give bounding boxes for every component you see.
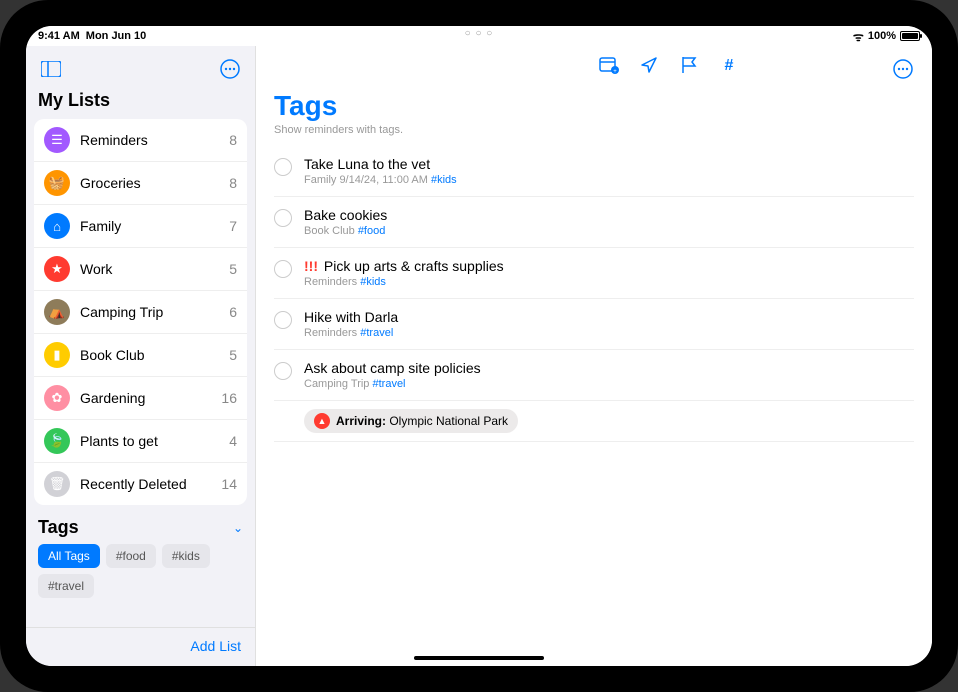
reminder-meta: Family 9/14/24, 11:00 AM #kids — [304, 174, 914, 186]
main-more-icon[interactable] — [888, 54, 918, 84]
reminder-title: Hike with Darla — [304, 309, 914, 325]
multitask-dots[interactable]: ○ ○ ○ — [465, 28, 494, 39]
battery-percent: 100% — [868, 30, 896, 42]
home-indicator[interactable] — [414, 656, 544, 660]
calendar-add-icon[interactable]: + — [598, 54, 620, 76]
reminder-item[interactable]: Hike with Darla Reminders #travel — [274, 299, 914, 350]
sidebar-list-item[interactable]: ⛺ Camping Trip 6 — [34, 291, 247, 334]
list-icon: ▮ — [44, 342, 70, 368]
list-icon: ⛺ — [44, 299, 70, 325]
tags-title: Tags — [38, 517, 79, 538]
complete-toggle[interactable] — [274, 362, 292, 380]
main-panel: + # — [256, 46, 932, 666]
list-icon: ⌂ — [44, 213, 70, 239]
list-icon: ★ — [44, 256, 70, 282]
list-icon: 🧺 — [44, 170, 70, 196]
list-label: Groceries — [80, 175, 229, 191]
reminder-meta: Reminders #travel — [304, 327, 914, 339]
status-date: Mon Jun 10 — [86, 30, 147, 42]
list-count: 8 — [229, 175, 237, 191]
list-count: 16 — [221, 390, 237, 406]
list-label: Plants to get — [80, 433, 229, 449]
page-subtitle: Show reminders with tags. — [256, 124, 932, 146]
sidebar-list-item[interactable]: 🍃 Plants to get 4 — [34, 420, 247, 463]
list-label: Camping Trip — [80, 304, 229, 320]
reminder-meta: Book Club #food — [304, 225, 914, 237]
reminder-item[interactable]: Take Luna to the vet Family 9/14/24, 11:… — [274, 146, 914, 197]
list-icon: 🗑 — [44, 471, 70, 497]
more-options-icon[interactable] — [215, 54, 245, 84]
sidebar-list-item[interactable]: 🧺 Groceries 8 — [34, 162, 247, 205]
list-icon: ✿ — [44, 385, 70, 411]
flag-icon[interactable] — [678, 54, 700, 76]
list-label: Reminders — [80, 132, 229, 148]
lists-container: ☰ Reminders 8 🧺 Groceries 8 ⌂ Family 7 ★… — [34, 119, 247, 505]
sidebar-list-item[interactable]: ⌂ Family 7 — [34, 205, 247, 248]
list-count: 4 — [229, 433, 237, 449]
reminder-title: !!! Pick up arts & crafts supplies — [304, 258, 914, 274]
page-title: Tags — [256, 84, 932, 124]
sidebar-toggle-icon[interactable] — [36, 54, 66, 84]
tag-pill[interactable]: All Tags — [38, 544, 100, 568]
battery-icon — [900, 31, 920, 41]
reminder-meta: Camping Trip #travel — [304, 378, 914, 390]
list-label: Recently Deleted — [80, 476, 221, 492]
reminder-title: Ask about camp site policies — [304, 360, 914, 376]
reminder-title: Take Luna to the vet — [304, 156, 914, 172]
sidebar-list-item[interactable]: ▮ Book Club 5 — [34, 334, 247, 377]
location-pill[interactable]: ▲Arriving: Olympic National Park — [304, 409, 518, 433]
reminder-item[interactable]: Bake cookies Book Club #food — [274, 197, 914, 248]
status-time: 9:41 AM — [38, 30, 80, 42]
list-count: 14 — [221, 476, 237, 492]
sidebar-list-item[interactable]: 🗑 Recently Deleted 14 — [34, 463, 247, 505]
complete-toggle[interactable] — [274, 260, 292, 278]
tag-icon[interactable]: # — [718, 54, 740, 76]
complete-toggle[interactable] — [274, 311, 292, 329]
tag-pill[interactable]: #food — [106, 544, 156, 568]
reminder-meta: Reminders #kids — [304, 276, 914, 288]
sidebar-list-item[interactable]: ★ Work 5 — [34, 248, 247, 291]
list-count: 5 — [229, 347, 237, 363]
sidebar-list-item[interactable]: ✿ Gardening 16 — [34, 377, 247, 420]
list-label: Work — [80, 261, 229, 277]
list-count: 7 — [229, 218, 237, 234]
tag-pill[interactable]: #kids — [162, 544, 210, 568]
list-icon: 🍃 — [44, 428, 70, 454]
svg-text:#: # — [725, 57, 734, 74]
wifi-icon: ᯤ — [853, 28, 864, 45]
list-icon: ☰ — [44, 127, 70, 153]
chevron-down-icon[interactable]: ⌄ — [233, 521, 243, 535]
my-lists-title: My Lists — [26, 88, 255, 119]
sidebar-list-item[interactable]: ☰ Reminders 8 — [34, 119, 247, 162]
tag-pills: All Tags#food#kids #travel — [26, 544, 255, 608]
sidebar: My Lists ☰ Reminders 8 🧺 Groceries 8 ⌂ F… — [26, 46, 256, 666]
location-icon[interactable] — [638, 54, 660, 76]
list-count: 8 — [229, 132, 237, 148]
list-count: 5 — [229, 261, 237, 277]
list-label: Family — [80, 218, 229, 234]
complete-toggle[interactable] — [274, 158, 292, 176]
list-label: Book Club — [80, 347, 229, 363]
location-dot-icon: ▲ — [314, 413, 330, 429]
svg-text:+: + — [613, 69, 617, 74]
reminder-title: Bake cookies — [304, 207, 914, 223]
complete-toggle[interactable] — [274, 209, 292, 227]
list-label: Gardening — [80, 390, 221, 406]
add-list-button[interactable]: Add List — [190, 638, 241, 654]
reminder-item[interactable]: Ask about camp site policies Camping Tri… — [274, 350, 914, 401]
reminders-list: Take Luna to the vet Family 9/14/24, 11:… — [256, 146, 932, 442]
tag-pill[interactable]: #travel — [38, 574, 94, 598]
reminder-item[interactable]: !!! Pick up arts & crafts supplies Remin… — [274, 248, 914, 299]
list-count: 6 — [229, 304, 237, 320]
